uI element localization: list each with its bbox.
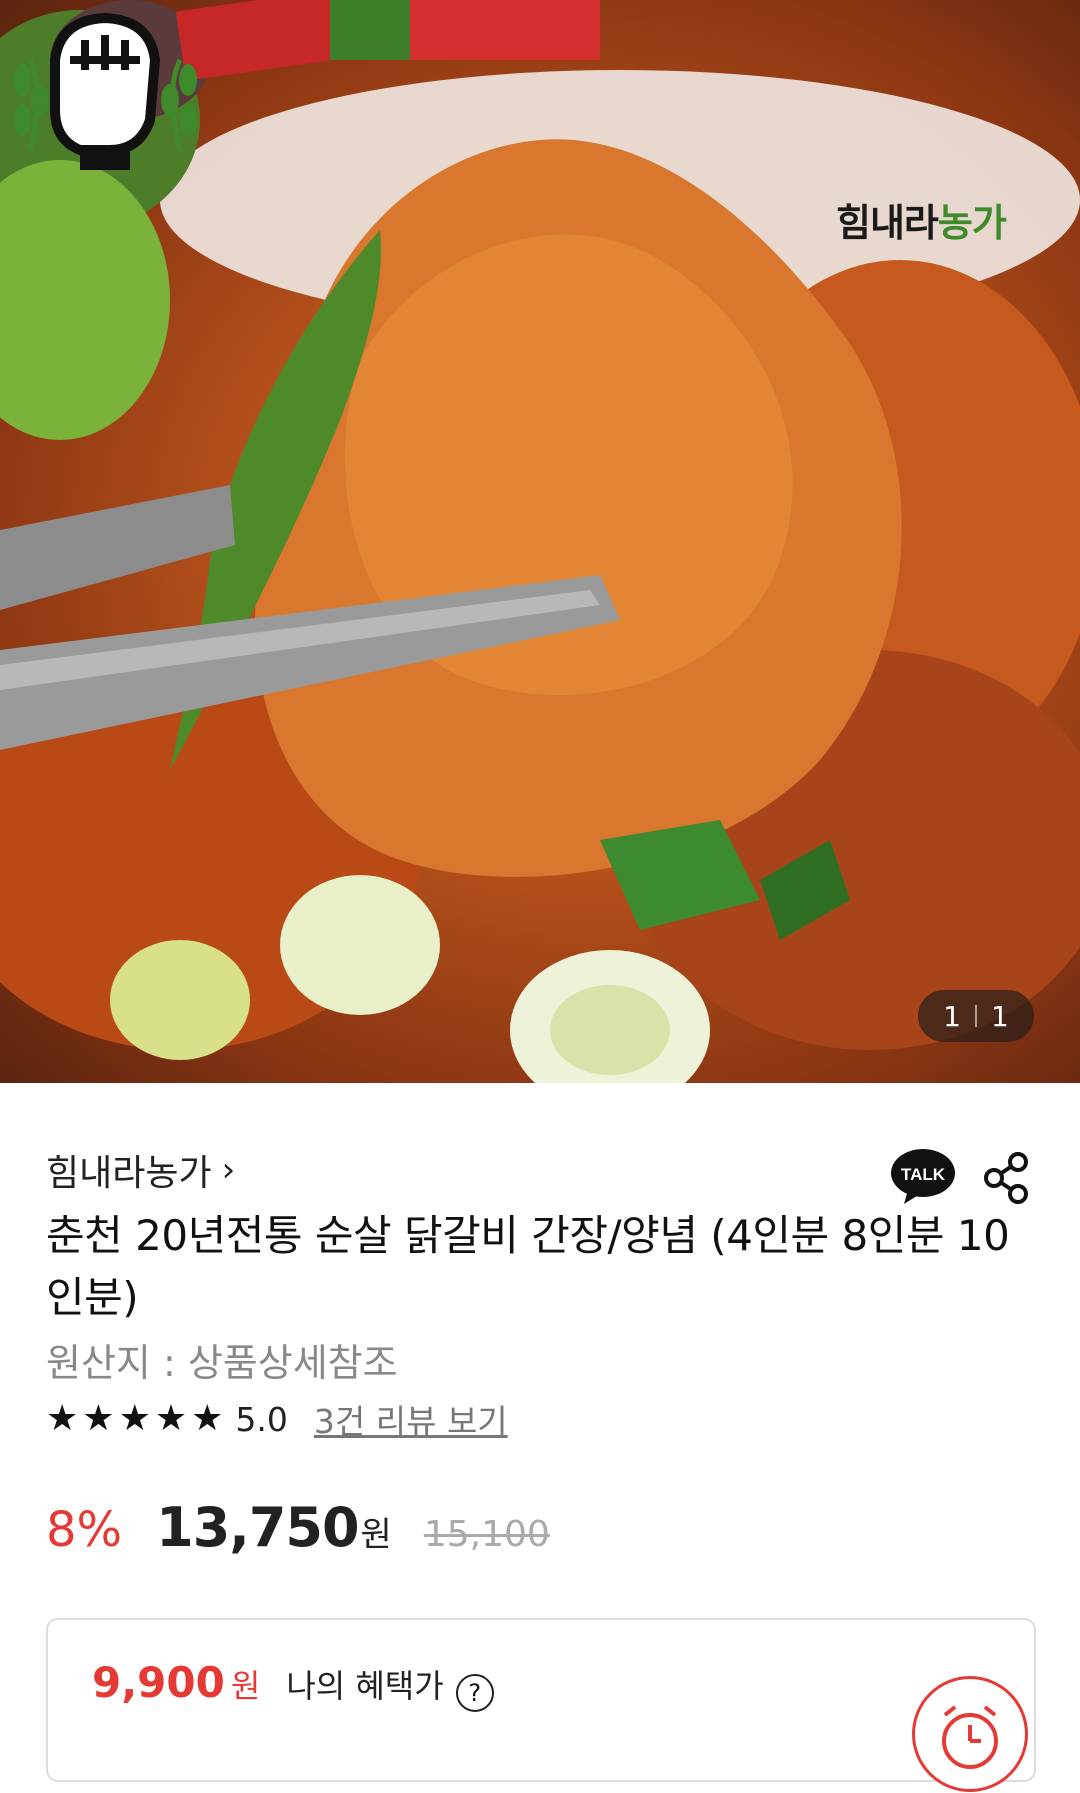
benefit-currency: 원 <box>230 1667 261 1705</box>
discount-rate: 8% <box>46 1502 123 1558</box>
sale-price: 13,750 <box>156 1496 359 1559</box>
origin-info: 원산지 : 상품상세참조 <box>46 1341 398 1385</box>
counter-total: 1 <box>991 999 1009 1033</box>
product-image[interactable]: 힘내라농가 1 1 <box>0 0 1080 1083</box>
star-icon: ★ <box>46 1398 79 1439</box>
alarm-icon <box>942 1705 998 1769</box>
counter-current: 1 <box>943 999 961 1033</box>
star-rating: ★ ★ ★ ★ ★ <box>46 1401 223 1437</box>
store-link[interactable]: 힘내라농가 › <box>46 1144 235 1196</box>
rating-row: ★ ★ ★ ★ ★ 5.0 3건 리뷰 보기 <box>46 1395 508 1443</box>
benefit-label: 나의 혜택가 <box>286 1667 444 1705</box>
image-counter: 1 1 <box>918 990 1034 1042</box>
brand-logo <box>13 12 197 170</box>
store-name: 힘내라농가 <box>46 1153 212 1194</box>
original-price: 15,100 <box>423 1514 550 1555</box>
reviews-link[interactable]: 3건 리뷰 보기 <box>314 1395 508 1443</box>
counter-separator <box>975 1005 977 1027</box>
price-row: 8% 13,750 원 15,100 <box>46 1496 550 1559</box>
product-title: 춘천 20년전통 순살 닭갈비 간장/양념 (4인분 8인분 10인분) <box>46 1211 1010 1322</box>
price-currency: 원 <box>360 1515 392 1555</box>
help-icon[interactable]: ? <box>455 1674 494 1712</box>
kakao-talk-icon[interactable]: TALK <box>890 1148 956 1204</box>
alarm-button[interactable] <box>912 1676 1028 1792</box>
star-icon: ★ <box>82 1398 115 1439</box>
star-icon: ★ <box>154 1398 188 1439</box>
benefit-price-row: 9,900 원 나의 혜택가 ? <box>92 1658 494 1712</box>
svg-text:TALK: TALK <box>901 1165 946 1184</box>
star-icon: ★ <box>118 1398 151 1439</box>
logo-text: 힘내라농가 <box>836 201 1007 245</box>
benefit-price: 9,900 <box>92 1658 225 1707</box>
star-icon: ★ <box>191 1398 224 1439</box>
rating-score: 5.0 <box>235 1399 288 1439</box>
share-icon[interactable] <box>980 1150 1032 1206</box>
chevron-right-icon: › <box>221 1150 236 1190</box>
